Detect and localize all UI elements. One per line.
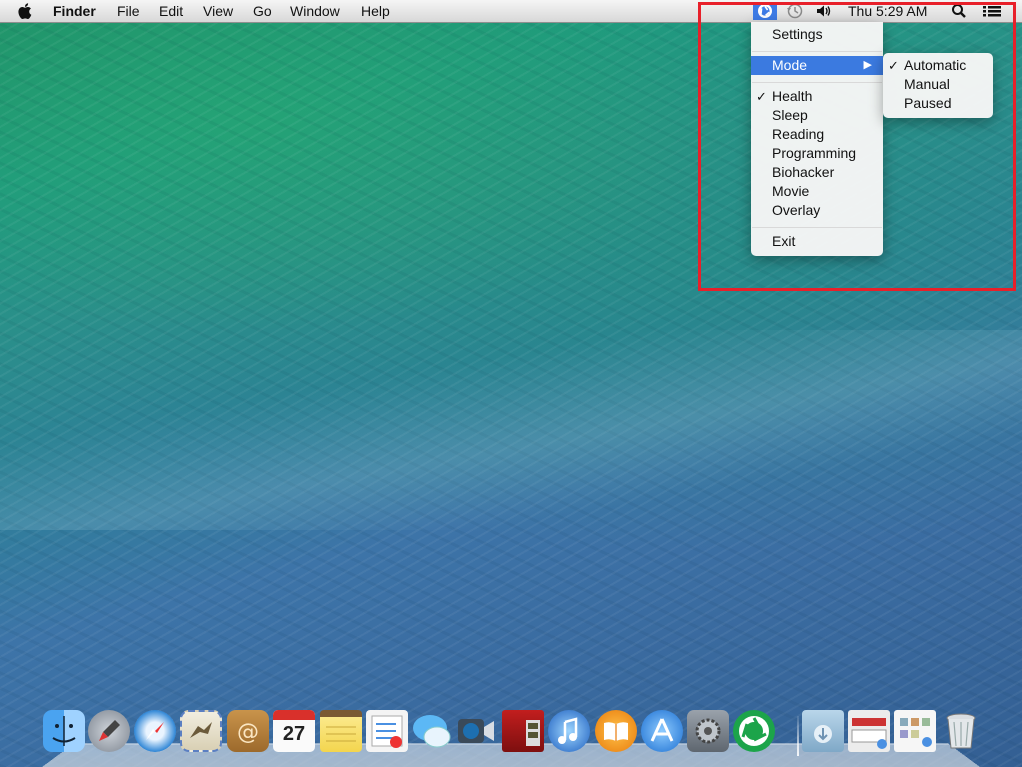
checkmark-icon: ✓	[888, 58, 899, 73]
menu-separator	[752, 51, 882, 52]
launchpad-icon[interactable]	[88, 710, 130, 752]
time-machine-icon[interactable]	[785, 2, 805, 20]
checkmark-icon: ✓	[756, 89, 767, 104]
menubar-clock[interactable]: Thu 5:29 AM	[848, 3, 927, 19]
menu-item-label: Paused	[904, 95, 952, 111]
menu-item-label: Reading	[772, 126, 825, 142]
menu-help[interactable]: Help	[361, 3, 390, 19]
calendar-date: 27	[282, 723, 306, 745]
documents-stack-icon[interactable]	[848, 710, 890, 752]
submenu-item-manual[interactable]: Manual	[883, 75, 993, 94]
menu-item-label: Settings	[772, 26, 823, 42]
calendar-icon[interactable]: 27	[273, 710, 315, 752]
mode-submenu: ✓ Automatic Manual Paused	[883, 53, 993, 118]
menu-item-label: Overlay	[772, 202, 821, 218]
system-preferences-icon[interactable]	[687, 710, 729, 752]
safari-icon[interactable]	[134, 710, 176, 752]
menu-item-reading[interactable]: Reading	[751, 125, 883, 144]
menu-item-mode[interactable]: Mode ▶	[751, 56, 883, 75]
mail-icon[interactable]	[180, 710, 222, 752]
menu-file[interactable]: File	[117, 3, 140, 19]
dock-divider	[797, 716, 799, 756]
search-icon[interactable]	[950, 2, 968, 20]
notes-icon[interactable]	[320, 710, 362, 752]
menu-item-health[interactable]: ✓ Health	[751, 87, 883, 106]
menu-go[interactable]: Go	[253, 3, 272, 19]
itunes-icon[interactable]	[548, 710, 590, 752]
menu-separator	[752, 82, 882, 83]
aperture-app-icon[interactable]	[733, 710, 775, 752]
submenu-item-paused[interactable]: Paused	[883, 94, 993, 113]
ibooks-icon[interactable]	[595, 710, 637, 752]
svg-text:@: @	[237, 720, 259, 745]
calendar-header	[273, 710, 315, 720]
menu-item-label: Movie	[772, 183, 810, 199]
menu-item-settings[interactable]: Settings	[751, 25, 883, 44]
menu-edit[interactable]: Edit	[159, 3, 183, 19]
menu-item-movie[interactable]: Movie	[751, 182, 883, 201]
submenu-item-automatic[interactable]: ✓ Automatic	[883, 56, 993, 75]
menu-item-label: Mode	[772, 57, 808, 73]
volume-icon[interactable]	[815, 2, 833, 20]
menu-item-label: Exit	[772, 233, 796, 249]
dock: @ 27	[30, 700, 992, 767]
notification-center-icon[interactable]	[981, 2, 1003, 20]
menu-app-name[interactable]: Finder	[53, 3, 96, 19]
aperture-icon	[758, 4, 772, 18]
trash-icon[interactable]	[940, 710, 982, 752]
menu-item-programming[interactable]: Programming	[751, 144, 883, 163]
photo-booth-icon[interactable]	[502, 710, 544, 752]
menu-item-biohacker[interactable]: Biohacker	[751, 163, 883, 182]
submenu-arrow-icon: ▶	[863, 59, 872, 71]
menu-item-label: Automatic	[904, 57, 967, 73]
menu-item-overlay[interactable]: Overlay	[751, 201, 883, 220]
app-status-menu: Settings Mode ▶ ✓ Health Sleep Reading P…	[751, 22, 883, 256]
aperture-status-icon[interactable]	[753, 2, 777, 20]
applications-stack-icon[interactable]	[894, 710, 936, 752]
menu-item-exit[interactable]: Exit	[751, 232, 883, 251]
menu-item-label: Sleep	[772, 107, 808, 123]
menu-bar: Finder File Edit View Go Window Help Thu…	[0, 0, 1022, 23]
menu-item-label: Biohacker	[772, 164, 835, 180]
finder-icon[interactable]	[43, 710, 85, 752]
messages-icon[interactable]	[411, 710, 453, 752]
menu-item-label: Programming	[772, 145, 857, 161]
facetime-icon[interactable]	[455, 710, 497, 752]
contacts-icon[interactable]: @	[227, 710, 269, 752]
menu-view[interactable]: View	[203, 3, 233, 19]
apple-icon[interactable]	[17, 2, 35, 20]
menu-window[interactable]: Window	[290, 3, 340, 19]
menu-separator	[752, 227, 882, 228]
wallpaper-wave-crest	[0, 330, 1022, 530]
reminders-icon[interactable]	[366, 710, 408, 752]
menu-item-label: Health	[772, 88, 813, 104]
downloads-folder-icon[interactable]	[802, 710, 844, 752]
menu-item-sleep[interactable]: Sleep	[751, 106, 883, 125]
menu-item-label: Manual	[904, 76, 950, 92]
app-store-icon[interactable]	[641, 710, 683, 752]
